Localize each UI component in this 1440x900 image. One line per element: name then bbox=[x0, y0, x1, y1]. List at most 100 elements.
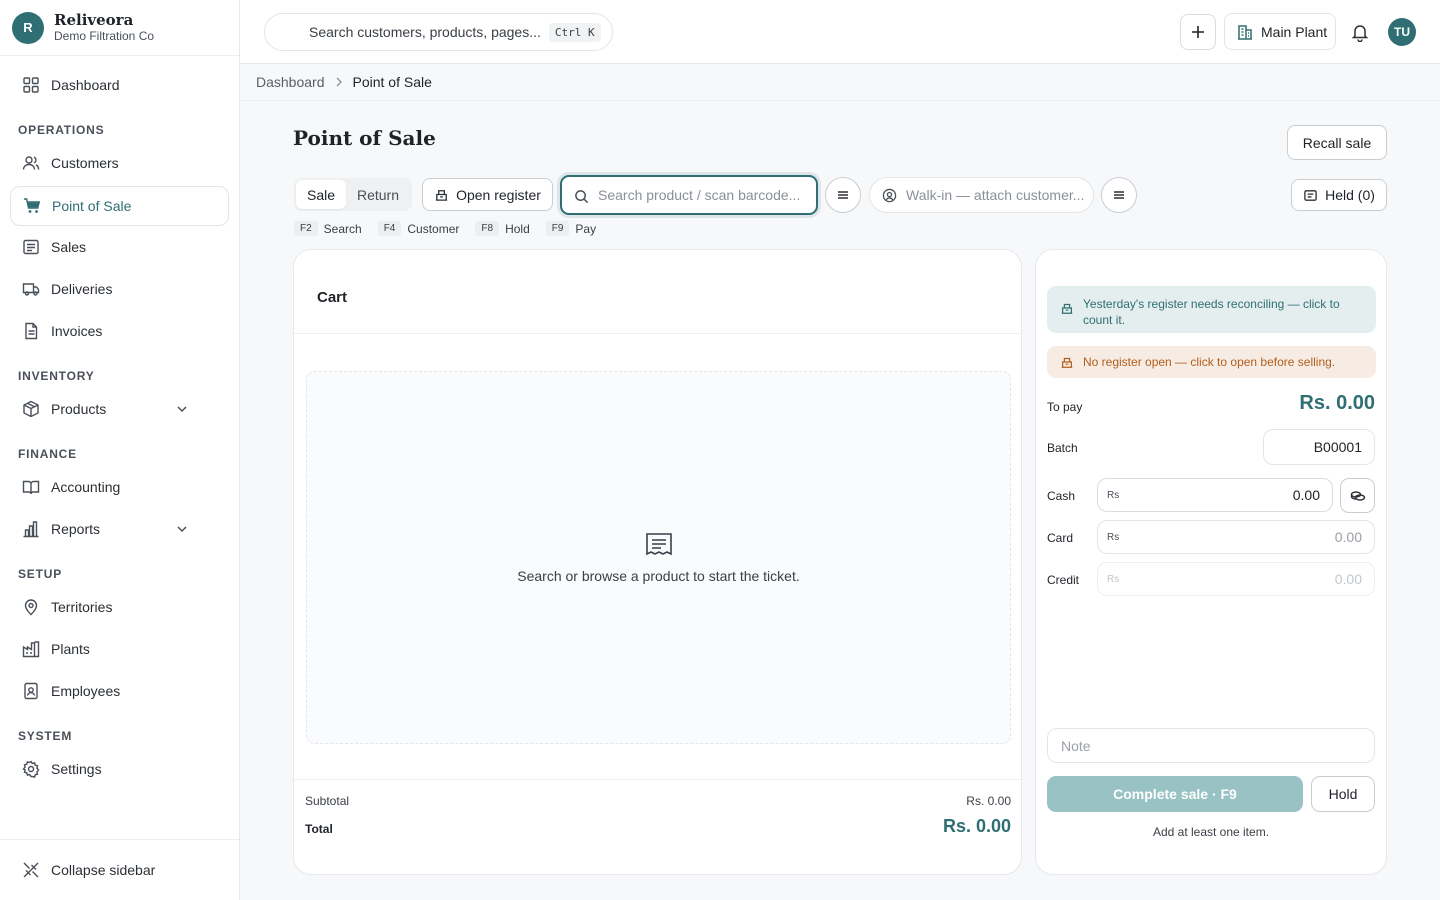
bell-icon[interactable] bbox=[1350, 22, 1370, 42]
card-label: Card bbox=[1047, 531, 1074, 545]
cart-empty-state: Search or browse a product to start the … bbox=[306, 371, 1011, 744]
create-new-button[interactable] bbox=[1180, 14, 1216, 50]
divider bbox=[294, 779, 1021, 780]
sidebar-item-products[interactable]: Products bbox=[10, 389, 229, 429]
sidebar-item-reports[interactable]: Reports bbox=[10, 509, 229, 549]
sidebar-item-label: Invoices bbox=[51, 323, 103, 339]
card-amount: 0.00 bbox=[1334, 529, 1362, 545]
batch-label: Batch bbox=[1047, 441, 1078, 455]
tab-sale[interactable]: Sale bbox=[296, 180, 346, 209]
batch-field[interactable]: B00001 bbox=[1263, 429, 1375, 465]
sidebar-item-settings[interactable]: Settings bbox=[10, 749, 229, 789]
sidebar-item-label: Products bbox=[51, 401, 107, 417]
sidebar-item-employees[interactable]: Employees bbox=[10, 671, 229, 711]
sidebar-item-label: Accounting bbox=[51, 479, 121, 495]
receipt-icon bbox=[23, 239, 39, 255]
currency-symbol: Rs bbox=[1107, 573, 1120, 585]
map-pin-icon bbox=[24, 599, 38, 616]
open-register-button[interactable]: Open register bbox=[422, 178, 553, 211]
breadcrumb: Dashboard Point of Sale bbox=[240, 64, 1440, 101]
to-pay-label: To pay bbox=[1047, 400, 1083, 414]
customer-search-input[interactable] bbox=[906, 187, 1093, 203]
sidebar-item-label: Customers bbox=[51, 155, 119, 171]
card-amount-field[interactable]: Rs 0.00 bbox=[1097, 520, 1375, 554]
currency-symbol: Rs bbox=[1107, 489, 1120, 501]
sidebar-item-dashboard[interactable]: Dashboard bbox=[10, 65, 229, 105]
bar-chart-icon bbox=[23, 521, 39, 538]
total-label: Total bbox=[305, 822, 333, 836]
document-icon bbox=[25, 322, 38, 340]
sidebar-item-label: Point of Sale bbox=[52, 198, 132, 214]
collapse-sidebar-label: Collapse sidebar bbox=[51, 862, 156, 878]
sidebar-item-label: Settings bbox=[51, 761, 102, 777]
plant-selector-button[interactable]: Main Plant bbox=[1224, 13, 1336, 50]
cart-empty-message: Search or browse a product to start the … bbox=[517, 567, 800, 584]
cash-exact-button[interactable] bbox=[1340, 478, 1375, 513]
held-sales-button[interactable]: Held (0) bbox=[1291, 179, 1387, 211]
sidebar-item-label: Plants bbox=[51, 641, 90, 657]
hold-button[interactable]: Hold bbox=[1311, 776, 1375, 812]
browse-products-button[interactable] bbox=[825, 177, 861, 213]
cash-label: Cash bbox=[1047, 489, 1076, 503]
sale-mode-toggle: Sale Return bbox=[294, 178, 412, 211]
cart-title: Cart bbox=[317, 289, 348, 306]
total-value: Rs. 0.00 bbox=[942, 816, 1011, 836]
collapse-sidebar-button[interactable]: Collapse sidebar bbox=[0, 839, 239, 900]
tab-return[interactable]: Return bbox=[346, 180, 410, 209]
reconcile-alert-text: Yesterday's register needs reconciling —… bbox=[1083, 297, 1340, 327]
register-icon bbox=[1061, 357, 1073, 368]
section-inventory: INVENTORY bbox=[18, 369, 95, 383]
sidebar: R Reliveora Demo Filtration Co Dashboard… bbox=[0, 0, 240, 900]
global-search-input[interactable]: Search customers, products, pages... Ctr… bbox=[264, 13, 613, 51]
breadcrumb-current: Point of Sale bbox=[352, 74, 432, 90]
search-icon bbox=[575, 190, 589, 204]
sidebar-item-territories[interactable]: Territories bbox=[10, 587, 229, 627]
sidebar-item-plants[interactable]: Plants bbox=[10, 629, 229, 669]
section-setup: SETUP bbox=[18, 567, 63, 581]
global-search-placeholder: Search customers, products, pages... bbox=[309, 24, 541, 40]
user-avatar[interactable]: TU bbox=[1388, 18, 1416, 46]
plant-name: Main Plant bbox=[1261, 23, 1328, 40]
top-bar: Search customers, products, pages... Ctr… bbox=[240, 0, 1440, 64]
complete-sale-button[interactable]: Complete sale · F9 bbox=[1047, 776, 1303, 812]
divider bbox=[294, 333, 1021, 334]
reconcile-alert[interactable]: Yesterday's register needs reconciling —… bbox=[1047, 286, 1376, 333]
sidebar-item-label: Deliveries bbox=[51, 281, 113, 297]
sidebar-item-sales[interactable]: Sales bbox=[10, 227, 229, 267]
book-icon bbox=[22, 480, 40, 495]
recall-sale-button[interactable]: Recall sale bbox=[1287, 125, 1387, 160]
dashboard-icon bbox=[23, 77, 39, 93]
plus-icon bbox=[1192, 26, 1204, 38]
shortcut-label: Customer bbox=[407, 221, 460, 236]
subtotal-value: Rs. 0.00 bbox=[966, 794, 1011, 808]
list-icon bbox=[1114, 191, 1124, 199]
shortcut-key: F8 bbox=[475, 221, 500, 236]
building-icon bbox=[1238, 24, 1252, 40]
to-pay-value: Rs. 0.00 bbox=[1299, 392, 1375, 414]
register-icon bbox=[435, 190, 448, 201]
shortcut-key: F2 bbox=[294, 221, 318, 236]
brand-header[interactable]: R Reliveora Demo Filtration Co bbox=[0, 0, 239, 56]
brand-logo: R bbox=[12, 11, 44, 44]
sidebar-item-invoices[interactable]: Invoices bbox=[10, 311, 229, 351]
sidebar-item-accounting[interactable]: Accounting bbox=[10, 467, 229, 507]
recall-sale-label: Recall sale bbox=[1302, 134, 1372, 151]
collapse-icon bbox=[23, 862, 39, 878]
cart-icon bbox=[24, 198, 41, 213]
sidebar-item-point-of-sale[interactable]: Point of Sale bbox=[10, 186, 229, 226]
note-input[interactable] bbox=[1047, 728, 1375, 763]
shortcut-label: Hold bbox=[505, 221, 530, 236]
open-register-label: Open register bbox=[456, 186, 541, 203]
section-system: SYSTEM bbox=[18, 729, 73, 743]
shortcut-label: Search bbox=[323, 221, 362, 236]
truck-icon bbox=[22, 283, 40, 296]
breadcrumb-dashboard-link[interactable]: Dashboard bbox=[256, 74, 325, 90]
no-register-alert[interactable]: No register open — click to open before … bbox=[1047, 346, 1376, 378]
cash-amount-field[interactable]: Rs 0.00 bbox=[1097, 478, 1333, 512]
search-shortcut-badge: Ctrl K bbox=[548, 22, 601, 42]
sidebar-item-customers[interactable]: Customers bbox=[10, 143, 229, 183]
browse-customers-button[interactable] bbox=[1101, 177, 1137, 213]
sidebar-item-deliveries[interactable]: Deliveries bbox=[10, 269, 229, 309]
gear-icon bbox=[22, 760, 40, 778]
product-search-input[interactable] bbox=[598, 187, 816, 203]
